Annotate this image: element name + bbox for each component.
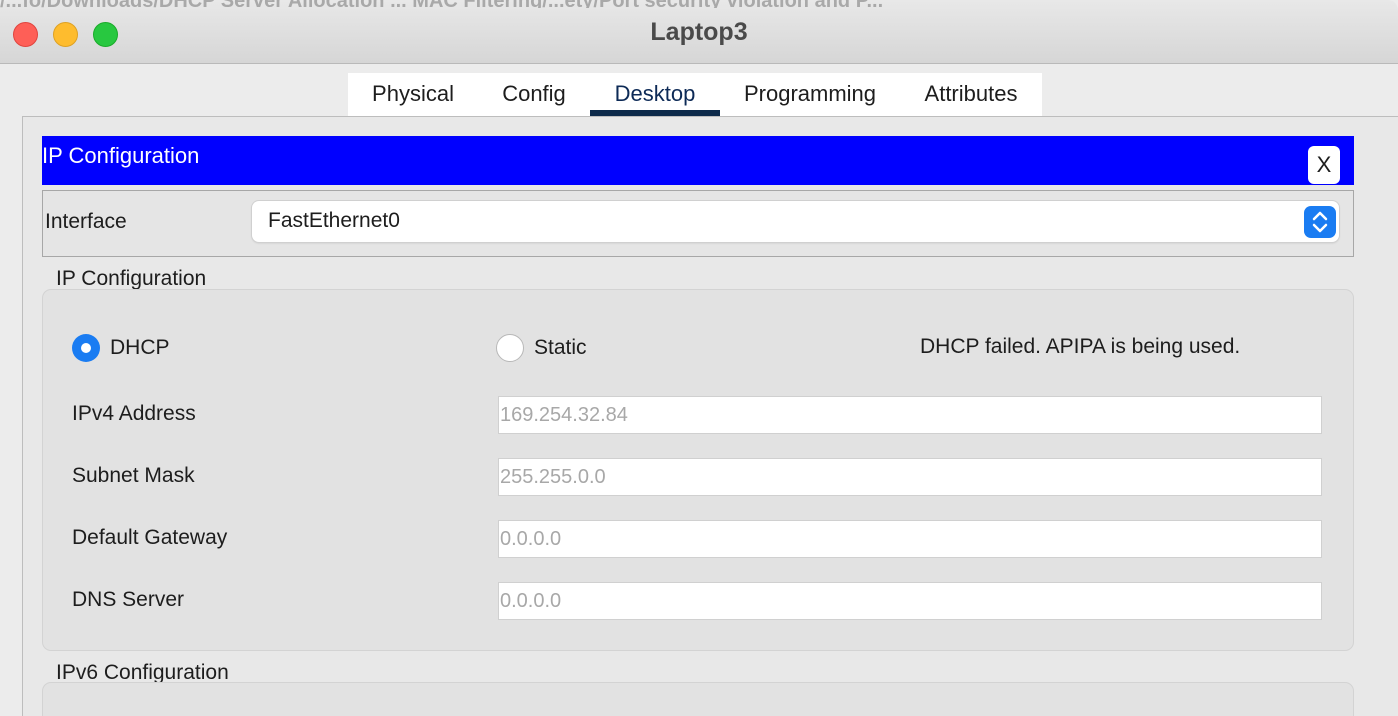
ipv6-group: [42, 682, 1354, 716]
title-bar[interactable]: /...fo/Downloads/DHCP Server Allocation …: [0, 0, 1398, 64]
ipv4-address-field[interactable]: 169.254.32.84: [498, 396, 1322, 434]
ip-configuration-title: IP Configuration: [42, 143, 200, 168]
dhcp-radio[interactable]: [72, 334, 100, 362]
dhcp-status-text: DHCP failed. APIPA is being used.: [920, 335, 1241, 358]
interface-label: Interface: [45, 210, 127, 233]
tab-desktop[interactable]: Desktop: [590, 73, 720, 116]
interface-select[interactable]: FastEthernet0: [252, 201, 1339, 242]
default-gateway-label: Default Gateway: [72, 526, 228, 549]
tab-physical[interactable]: Physical: [348, 73, 478, 116]
chevron-updown-icon[interactable]: [1304, 206, 1336, 238]
default-gateway-field[interactable]: 0.0.0.0: [498, 520, 1322, 558]
close-button[interactable]: X: [1308, 146, 1340, 184]
subnet-mask-field[interactable]: 255.255.0.0: [498, 458, 1322, 496]
background-window-title: /...fo/Downloads/DHCP Server Allocation …: [0, 0, 1398, 8]
laptop3-window: /...fo/Downloads/DHCP Server Allocation …: [0, 0, 1398, 716]
subnet-mask-label: Subnet Mask: [72, 464, 195, 487]
ipv4-address-label: IPv4 Address: [72, 402, 196, 425]
tab-attributes[interactable]: Attributes: [900, 73, 1042, 116]
window-title: Laptop3: [650, 18, 748, 46]
ip-configuration-header: IP Configuration X: [42, 136, 1354, 185]
dns-server-field[interactable]: 0.0.0.0: [498, 582, 1322, 620]
tab-config[interactable]: Config: [478, 73, 590, 116]
tab-bar: Physical Config Desktop Programming Attr…: [348, 73, 1042, 116]
static-radio[interactable]: [496, 334, 524, 362]
interface-selected-value: FastEthernet0: [268, 209, 400, 232]
dns-server-label: DNS Server: [72, 588, 185, 611]
static-label[interactable]: Static: [534, 336, 587, 360]
dhcp-label[interactable]: DHCP: [110, 336, 170, 360]
ipv4-section-title: IP Configuration: [56, 267, 207, 290]
interface-row: Interface FastEthernet0: [42, 190, 1354, 257]
tab-programming[interactable]: Programming: [720, 73, 900, 116]
